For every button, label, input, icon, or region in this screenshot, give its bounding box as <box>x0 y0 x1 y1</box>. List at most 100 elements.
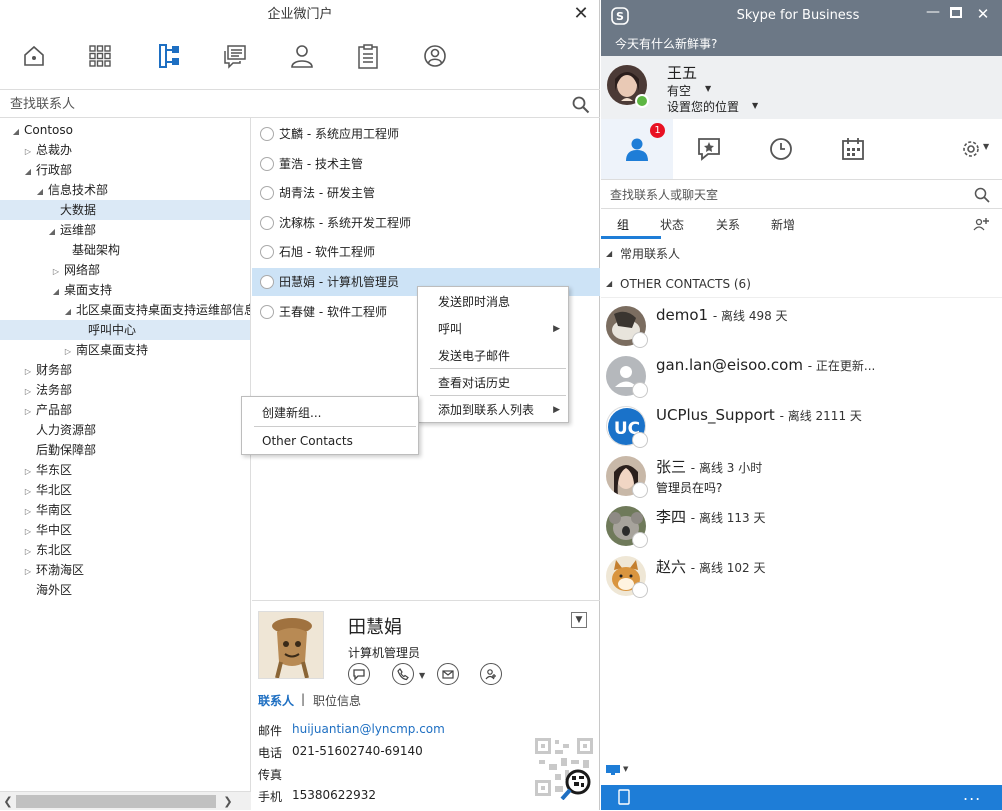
tree-node[interactable]: ▷ 法务部 <box>0 380 250 402</box>
search-icon[interactable] <box>572 96 590 114</box>
call-button[interactable] <box>392 663 414 685</box>
tree-node[interactable]: 后勤保障部 <box>0 440 250 460</box>
close-button[interactable]: ✕ <box>571 4 591 24</box>
location-setting[interactable]: 设置您的位置 <box>667 98 739 115</box>
contact-row[interactable]: 赵六 - 离线 102 天 <box>601 551 1002 601</box>
member-row[interactable]: 艾麟 - 系统应用工程师 <box>252 120 600 148</box>
scrollbar-thumb[interactable] <box>16 795 216 808</box>
skype-search-input[interactable] <box>610 186 960 204</box>
im-button[interactable] <box>348 663 370 685</box>
tree-node[interactable]: ▷ 华中区 <box>0 520 250 542</box>
menu-add-to-contacts[interactable]: 添加到联系人列表 ▶ <box>418 397 568 423</box>
tab-meetings[interactable] <box>817 119 889 179</box>
expanded-arrow-icon[interactable]: ◢ <box>62 302 74 322</box>
expanded-arrow-icon[interactable]: ◢ <box>34 182 46 202</box>
contact-row[interactable]: 李四 - 离线 113 天 <box>601 501 1002 551</box>
collapsed-arrow-icon[interactable]: ▷ <box>22 482 34 502</box>
tree-node[interactable]: ◢ 北区桌面支持桌面支持运维部信息 <box>0 300 250 322</box>
subtab-new[interactable]: 新增 <box>771 216 795 234</box>
subtab-relationships[interactable]: 关系 <box>716 216 740 234</box>
tree-node[interactable]: ▷ 华北区 <box>0 480 250 502</box>
member-row[interactable]: 董浩 - 技术主管 <box>252 150 600 178</box>
tree-node[interactable]: ▷ 产品部 <box>0 400 250 422</box>
contact-row[interactable]: UC UCPlus_Support - 离线 2111 天 <box>601 401 1002 451</box>
tree-node[interactable]: ◢ 桌面支持 <box>0 280 250 302</box>
tree-node[interactable]: ▷ 网络部 <box>0 260 250 282</box>
presence-status[interactable]: 有空 <box>667 82 691 99</box>
tree-node[interactable]: ▷ 华东区 <box>0 460 250 482</box>
menu-view-history[interactable]: 查看对话历史 <box>418 370 568 396</box>
tree-node[interactable]: ▷ 华南区 <box>0 500 250 522</box>
collapsed-arrow-icon[interactable]: ▷ <box>22 562 34 582</box>
home-icon[interactable] <box>18 40 50 72</box>
tree-node[interactable]: 海外区 <box>0 580 250 600</box>
expanded-arrow-icon[interactable]: ◢ <box>46 222 58 242</box>
apps-grid-icon[interactable] <box>84 40 116 72</box>
tree-node[interactable]: ◢ 运维部 <box>0 220 250 242</box>
subtab-groups[interactable]: 组 <box>617 216 629 234</box>
subtab-status[interactable]: 状态 <box>660 216 684 234</box>
member-row[interactable]: 沈稼栋 - 系统开发工程师 <box>252 209 600 237</box>
add-contact-icon[interactable] <box>972 216 990 232</box>
contact-search-input[interactable] <box>10 95 550 113</box>
tab-contacts[interactable]: 1 <box>601 119 673 179</box>
clipboard-icon[interactable] <box>352 40 384 72</box>
member-row[interactable]: 石旭 - 软件工程师 <box>252 238 600 266</box>
menu-call[interactable]: 呼叫 ▶ <box>418 316 568 342</box>
contact-row[interactable]: demo1 - 离线 498 天 <box>601 301 1002 351</box>
call-dropdown-icon[interactable]: ▼ <box>419 671 425 680</box>
email-link[interactable]: huijuantian@lyncmp.com <box>292 722 445 736</box>
tree-node[interactable]: ◢ 信息技术部 <box>0 180 250 202</box>
whats-happening-banner[interactable]: 今天有什么新鲜事? <box>601 32 1002 56</box>
mobile-device-icon[interactable] <box>618 789 630 805</box>
group-frequent-contacts[interactable]: ◢ 常用联系人 <box>601 240 1002 268</box>
tree-node[interactable]: ▷ 总裁办 <box>0 140 250 160</box>
contact-row[interactable]: 张三 - 离线 3 小时 管理员在吗? <box>601 451 1002 501</box>
menu-send-email[interactable]: 发送电子邮件 <box>418 343 568 369</box>
menu-send-im[interactable]: 发送即时消息 <box>418 289 568 315</box>
profile-icon[interactable] <box>419 40 451 72</box>
tab-conversations[interactable] <box>673 119 745 179</box>
menu-other-contacts[interactable]: Other Contacts <box>242 428 418 454</box>
tree-node[interactable]: ▷ 环渤海区 <box>0 560 250 582</box>
skype-close-button[interactable]: ✕ <box>974 5 992 23</box>
collapsed-arrow-icon[interactable]: ▷ <box>22 402 34 422</box>
tab-contact[interactable]: 联系人 <box>258 692 294 709</box>
collapsed-arrow-icon[interactable]: ▷ <box>22 502 34 522</box>
device-selector[interactable]: ▼ <box>605 764 631 778</box>
settings-button[interactable]: ▼ <box>961 139 995 159</box>
collapsed-arrow-icon[interactable]: ▷ <box>22 362 34 382</box>
tab-job-info[interactable]: 职位信息 <box>313 692 361 709</box>
collapsed-arrow-icon[interactable]: ▷ <box>22 382 34 402</box>
minimize-button[interactable]: — <box>924 4 942 20</box>
tree-node[interactable]: 呼叫中心 <box>0 320 250 340</box>
search-icon[interactable] <box>974 187 990 203</box>
collapsed-arrow-icon[interactable]: ▷ <box>22 462 34 482</box>
person-icon[interactable] <box>286 40 318 72</box>
tab-history[interactable] <box>745 119 817 179</box>
expanded-arrow-icon[interactable]: ◢ <box>50 282 62 302</box>
email-button[interactable] <box>437 663 459 685</box>
tree-node[interactable]: ◢ Contoso <box>0 120 250 142</box>
tree-node[interactable]: ▷ 南区桌面支持 <box>0 340 250 362</box>
scroll-right-icon[interactable]: ❯ <box>220 792 236 811</box>
location-dropdown-icon[interactable]: ▼ <box>752 101 758 110</box>
org-tree-icon[interactable] <box>152 40 184 72</box>
tree-horizontal-scrollbar[interactable]: ❮ ❯ <box>0 791 251 810</box>
group-other-contacts[interactable]: ◢ OTHER CONTACTS (6) <box>601 270 1002 298</box>
member-row[interactable]: 胡青法 - 研发主管 <box>252 179 600 207</box>
tree-node[interactable]: 人力资源部 <box>0 420 250 440</box>
chat-icon[interactable] <box>219 40 251 72</box>
expanded-arrow-icon[interactable]: ◢ <box>10 122 22 142</box>
tree-node[interactable]: ▷ 财务部 <box>0 360 250 382</box>
expanded-arrow-icon[interactable]: ◢ <box>22 162 34 182</box>
tree-node[interactable]: ◢ 行政部 <box>0 160 250 182</box>
collapsed-arrow-icon[interactable]: ▷ <box>22 542 34 562</box>
collapsed-arrow-icon[interactable]: ▷ <box>62 342 74 362</box>
collapsed-arrow-icon[interactable]: ▷ <box>22 522 34 542</box>
contact-row[interactable]: gan.lan@eisoo.com - 正在更新... <box>601 351 1002 401</box>
collapse-card-icon[interactable]: ▼ <box>571 612 587 628</box>
collapsed-arrow-icon[interactable]: ▷ <box>50 262 62 282</box>
add-contact-button[interactable] <box>480 663 502 685</box>
status-dropdown-icon[interactable]: ▼ <box>705 84 711 93</box>
